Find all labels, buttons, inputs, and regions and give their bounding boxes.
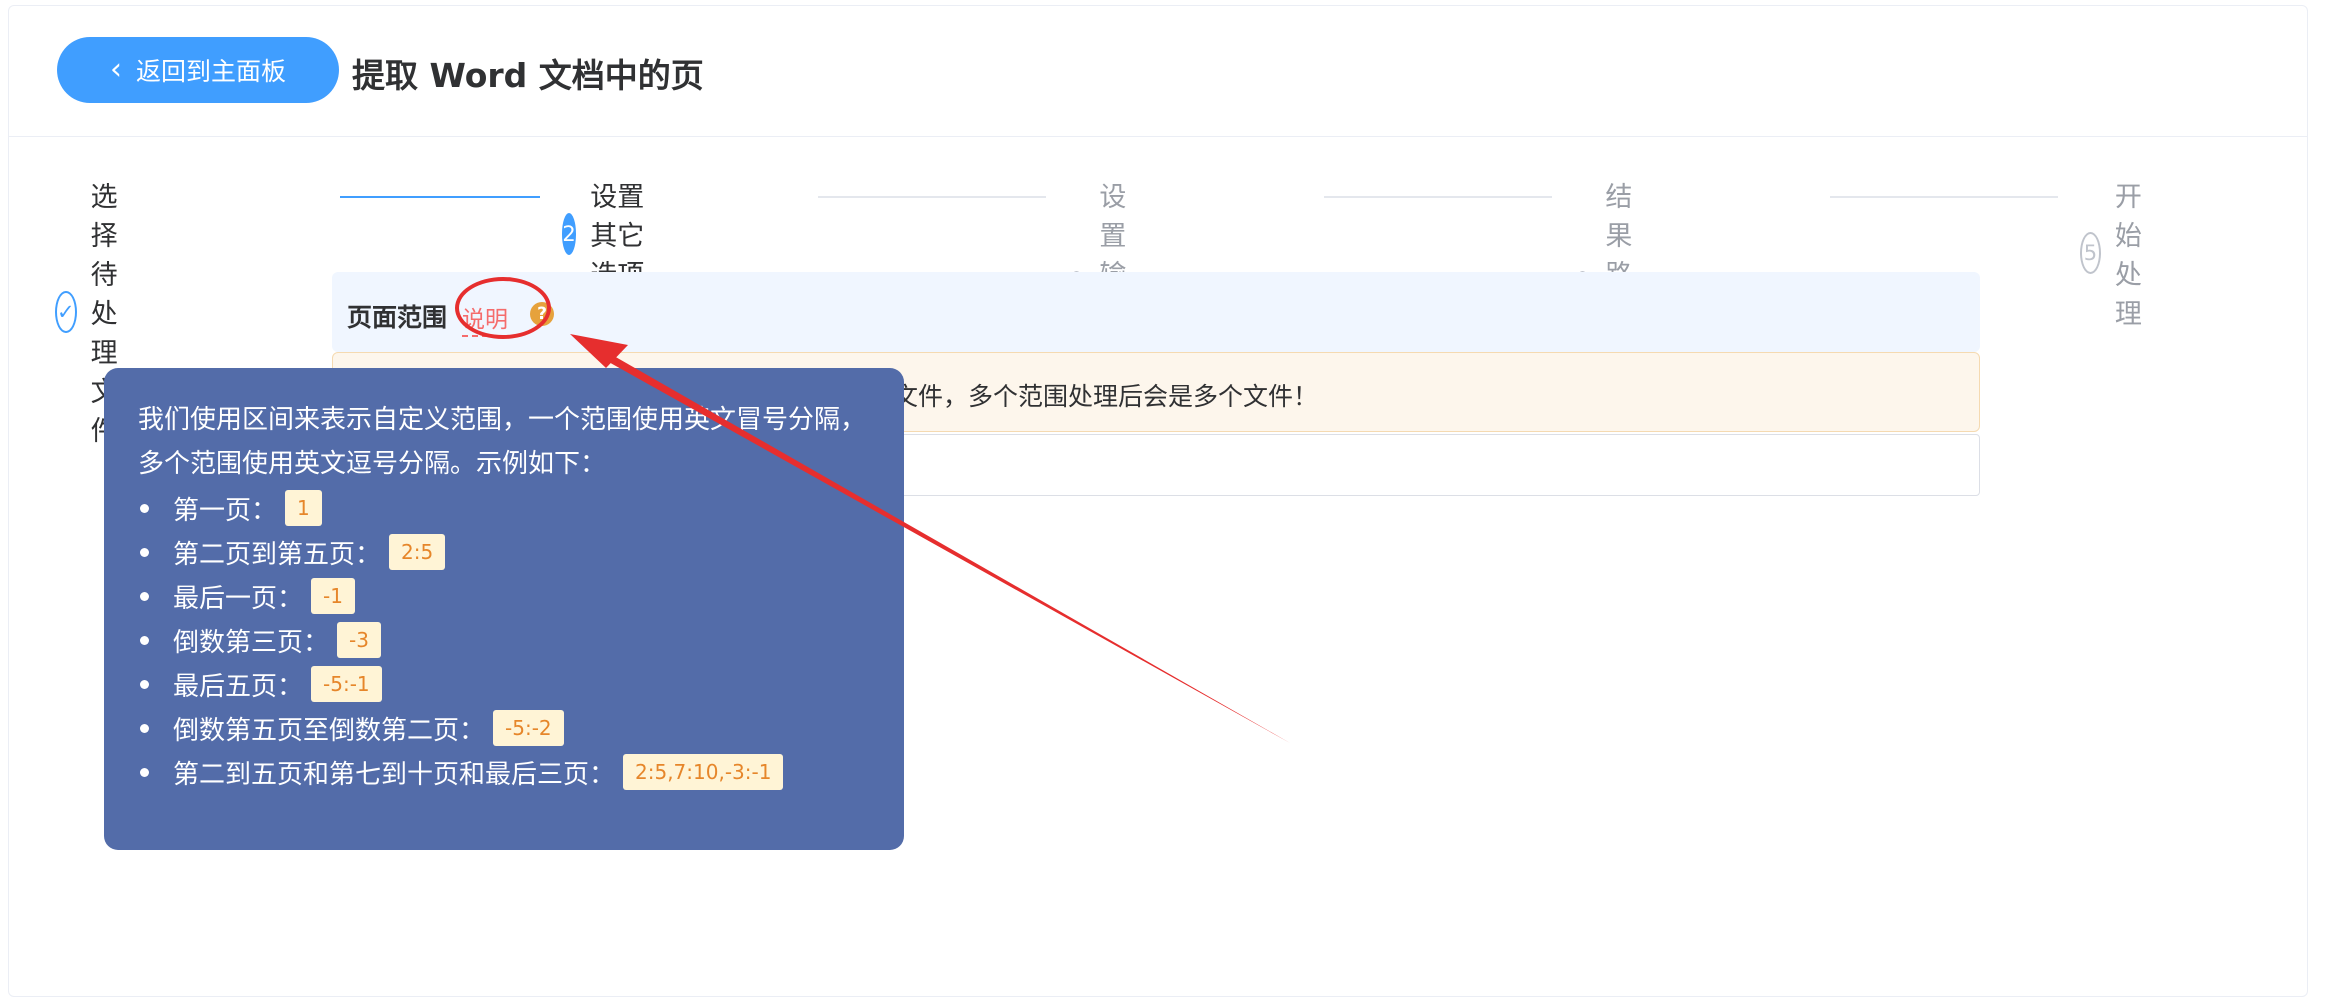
example-item: 第一页： 1 — [138, 486, 870, 530]
example-label: 第一页： — [173, 495, 278, 526]
example-list: 第一页： 1 第二页到第五页： 2:5 最后一页： -1 倒数第三页： -3 最后五页：… — [138, 486, 870, 794]
page-range-header: 页面范围 说明 ? — [332, 272, 1980, 352]
example-label: 倒数第三页： — [173, 627, 330, 658]
bullet-icon — [140, 723, 149, 733]
example-label: 第二页到第五页： — [173, 539, 382, 570]
example-code: 2:5 — [389, 534, 446, 570]
bullet-icon — [140, 767, 149, 777]
example-code: -5:-2 — [493, 710, 564, 746]
example-item: 最后一页： -1 — [138, 574, 870, 618]
page-title: 提取 Word 文档中的页 — [352, 56, 704, 95]
example-code: 2:5,7:10,-3:-1 — [623, 754, 784, 790]
example-item: 第二到五页和第七到十页和最后三页： 2:5,7:10,-3:-1 — [138, 750, 870, 794]
step-connector — [1830, 196, 2058, 198]
example-label: 第二到五页和第七到十页和最后三页： — [173, 759, 616, 790]
bullet-icon — [140, 591, 149, 601]
help-tooltip: 我们使用区间来表示自定义范围，一个范围使用英文冒号分隔，多个范围使用英文逗号分隔… — [104, 368, 904, 850]
step-connector — [1324, 196, 1552, 198]
example-item: 最后五页： -5:-1 — [138, 662, 870, 706]
step-connector — [340, 196, 540, 198]
example-code: -1 — [311, 578, 355, 614]
step-number: 5 — [2080, 232, 2101, 274]
example-label: 最后五页： — [173, 671, 304, 702]
alert-text: 文件，多个范围处理后会是多个文件！ — [893, 382, 1319, 411]
example-label: 倒数第五页至倒数第二页： — [173, 715, 486, 746]
example-item: 倒数第三页： -3 — [138, 618, 870, 662]
example-item: 倒数第五页至倒数第二页： -5:-2 — [138, 706, 870, 750]
back-button-label: 返回到主面板 — [135, 57, 286, 86]
bullet-icon — [140, 679, 149, 689]
example-label: 最后一页： — [173, 583, 304, 614]
annotation-circle — [455, 277, 551, 339]
page-header: ‹ 返回到主面板 提取 Word 文档中的页 — [9, 6, 2307, 137]
example-item: 第二页到第五页： 2:5 — [138, 530, 870, 574]
step-connector — [818, 196, 1046, 198]
page-range-title: 页面范围 — [347, 303, 448, 332]
example-code: -5:-1 — [311, 666, 382, 702]
chevron-left-icon: ‹ — [109, 52, 122, 87]
example-code: -3 — [337, 622, 381, 658]
step-check-icon: ✓ — [55, 290, 77, 333]
step-number: 2 — [562, 212, 577, 255]
example-code: 1 — [285, 490, 322, 526]
step-label: 开始处理 — [2114, 182, 2142, 330]
bullet-icon — [140, 635, 149, 645]
tooltip-description: 我们使用区间来表示自定义范围，一个范围使用英文冒号分隔，多个范围使用英文逗号分隔… — [138, 405, 867, 479]
bullet-icon — [140, 503, 149, 513]
bullet-icon — [140, 547, 149, 557]
back-to-dashboard-button[interactable]: ‹ 返回到主面板 — [57, 37, 339, 103]
step-start-processing[interactable]: 5 开始处理 — [2080, 175, 2163, 331]
